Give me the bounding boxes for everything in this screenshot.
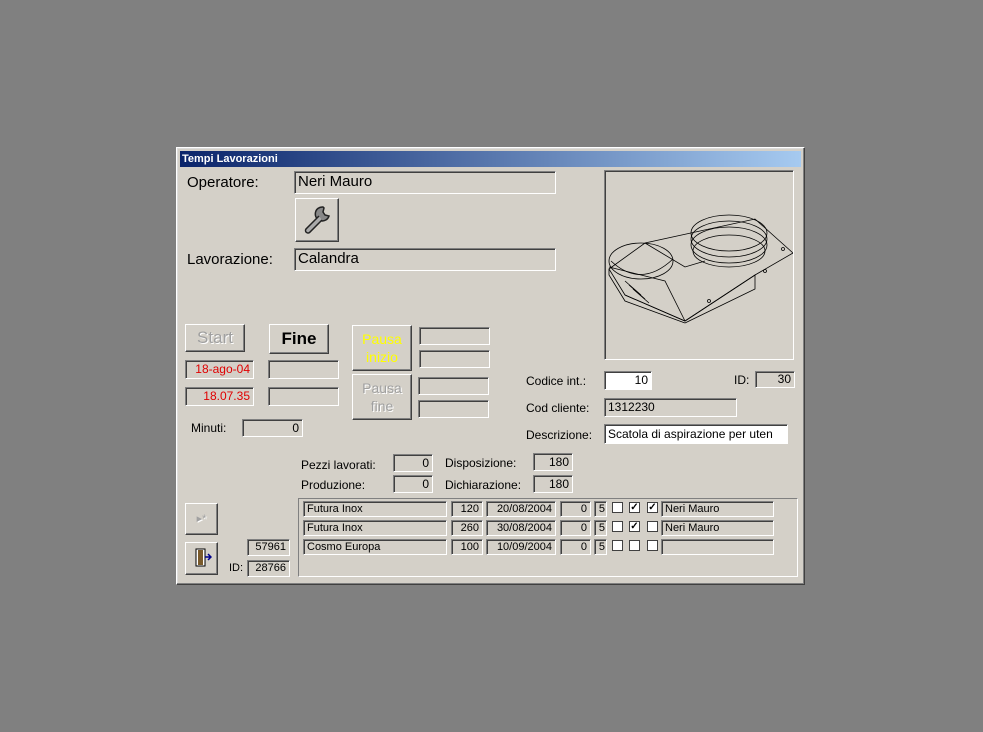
cod-cliente-label: Cod cliente: bbox=[526, 401, 590, 415]
pausa-inizio-label: Pausa inizio bbox=[362, 331, 402, 365]
row-date[interactable]: 10/09/2004 bbox=[486, 539, 556, 555]
new-record-button[interactable]: ▸* bbox=[185, 503, 218, 535]
row-qty[interactable]: 120 bbox=[451, 501, 483, 517]
dichiarazione-field[interactable]: 180 bbox=[533, 475, 573, 493]
exit-button[interactable] bbox=[185, 542, 218, 575]
dichiarazione-label: Dichiarazione: bbox=[445, 478, 522, 492]
row-n2[interactable]: 5 bbox=[594, 501, 607, 517]
record-number-field: 57961 bbox=[247, 539, 290, 556]
part-drawing bbox=[608, 214, 793, 324]
row-n1[interactable]: 0 bbox=[560, 520, 591, 536]
descrizione-label: Descrizione: bbox=[526, 428, 593, 442]
pausa-fine-field-2[interactable] bbox=[418, 400, 489, 418]
row-qty[interactable]: 100 bbox=[451, 539, 483, 555]
row-date[interactable]: 20/08/2004 bbox=[486, 501, 556, 517]
row-cliente[interactable]: Futura Inox bbox=[303, 501, 447, 517]
pausa-inizio-field-2[interactable] bbox=[419, 350, 490, 368]
minuti-label: Minuti: bbox=[191, 421, 227, 435]
wrench-icon bbox=[304, 206, 330, 234]
row-date[interactable]: 30/08/2004 bbox=[486, 520, 556, 536]
start-time-field[interactable]: 18.07.35 bbox=[185, 387, 254, 406]
produzione-field[interactable]: 0 bbox=[393, 475, 433, 493]
codice-int-label: Codice int.: bbox=[526, 374, 587, 388]
row-cliente[interactable]: Futura Inox bbox=[303, 520, 447, 536]
produzione-label: Produzione: bbox=[301, 478, 366, 492]
end-date-field[interactable] bbox=[268, 360, 339, 379]
pausa-fine-label: Pausa fine bbox=[362, 380, 402, 414]
new-record-icon: ▸* bbox=[196, 513, 207, 525]
part-image-frame bbox=[604, 170, 794, 360]
lavorazione-label: Lavorazione: bbox=[187, 251, 273, 268]
row-check-2[interactable]: ✓ bbox=[629, 502, 640, 513]
operatore-tool-button[interactable] bbox=[295, 198, 339, 242]
row-qty[interactable]: 260 bbox=[451, 520, 483, 536]
disposizione-label: Disposizione: bbox=[445, 456, 517, 470]
row-check-3[interactable] bbox=[647, 540, 658, 551]
row-operatore[interactable]: Neri Mauro bbox=[661, 501, 774, 517]
lavorazione-field[interactable]: Calandra bbox=[294, 248, 556, 271]
row-n2[interactable]: 5 bbox=[594, 520, 607, 536]
row-check-1[interactable] bbox=[612, 521, 623, 532]
disposizione-field[interactable]: 180 bbox=[533, 453, 573, 471]
exit-door-icon bbox=[195, 548, 212, 567]
pezzi-label: Pezzi lavorati: bbox=[301, 458, 376, 472]
row-cliente[interactable]: Cosmo Europa bbox=[303, 539, 447, 555]
row-operatore[interactable] bbox=[661, 539, 774, 555]
pausa-fine-button[interactable]: Pausa fine bbox=[352, 374, 412, 420]
fine-button[interactable]: Fine bbox=[269, 324, 329, 354]
operatore-field[interactable]: Neri Mauro bbox=[294, 171, 556, 194]
row-n1[interactable]: 0 bbox=[560, 501, 591, 517]
row-check-1[interactable] bbox=[612, 540, 623, 551]
pausa-inizio-button[interactable]: Pausa inizio bbox=[352, 325, 412, 371]
row-check-3[interactable]: ✓ bbox=[647, 502, 658, 513]
row-operatore[interactable]: Neri Mauro bbox=[661, 520, 774, 536]
row-check-1[interactable] bbox=[612, 502, 623, 513]
id-label: ID: bbox=[734, 373, 750, 387]
minuti-field[interactable]: 0 bbox=[242, 419, 303, 437]
start-button[interactable]: Start bbox=[185, 324, 245, 352]
row-check-2[interactable] bbox=[629, 540, 640, 551]
footer-id-field: 28766 bbox=[247, 560, 290, 577]
footer-id-label: ID: bbox=[229, 562, 244, 574]
window-title: Tempi Lavorazioni bbox=[180, 151, 801, 167]
operatore-label: Operatore: bbox=[187, 174, 259, 191]
pausa-fine-field-1[interactable] bbox=[418, 377, 489, 395]
row-n2[interactable]: 5 bbox=[594, 539, 607, 555]
id-field: 30 bbox=[755, 371, 795, 388]
descrizione-field[interactable]: Scatola di aspirazione per uten bbox=[604, 424, 788, 444]
row-check-3[interactable] bbox=[647, 521, 658, 532]
start-date-field[interactable]: 18-ago-04 bbox=[185, 360, 254, 379]
end-time-field[interactable] bbox=[268, 387, 339, 406]
row-n1[interactable]: 0 bbox=[560, 539, 591, 555]
row-check-2[interactable]: ✓ bbox=[629, 521, 640, 532]
codice-int-field[interactable]: 10 bbox=[604, 371, 652, 390]
pausa-inizio-field-1[interactable] bbox=[419, 327, 490, 345]
cod-cliente-field[interactable]: 1312230 bbox=[604, 398, 737, 417]
pezzi-field[interactable]: 0 bbox=[393, 454, 433, 472]
